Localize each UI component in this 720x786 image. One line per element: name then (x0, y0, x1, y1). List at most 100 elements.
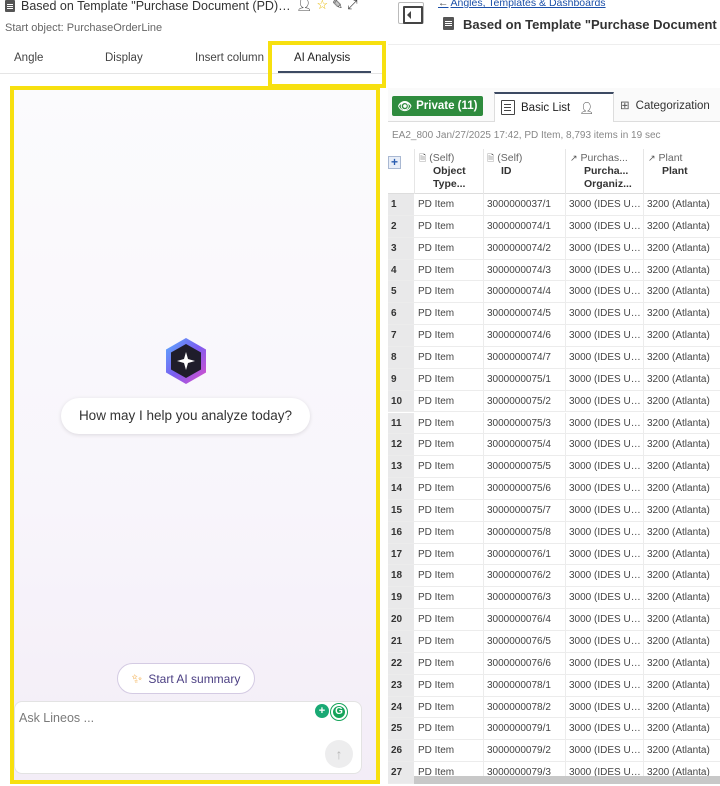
eye-icon: 👁︎ (397, 101, 413, 113)
table-row[interactable]: 10 PD Item 3000000075/2 3000 (IDES US... 320… (388, 390, 720, 413)
cell-purch-org: 3000 (IDES US... (569, 570, 642, 582)
table-row[interactable]: 19 PD Item 3000000076/3 3000 (IDES US... 320… (388, 587, 720, 610)
row-number: 5 (388, 281, 414, 303)
table-row[interactable]: 5 PD Item 3000000074/4 3000 (IDES US... 3200… (388, 281, 720, 304)
tab-angle[interactable]: Angle (14, 52, 43, 64)
row-number: 10 (388, 390, 414, 412)
table-row[interactable]: 8 PD Item 3000000074/7 3000 (IDES US... 3200… (388, 346, 720, 369)
table-row[interactable]: 4 PD Item 3000000074/3 3000 (IDES US... 3200… (388, 259, 720, 282)
column-divider (643, 390, 644, 412)
start-ai-summary-button[interactable]: ✨︎ Start AI summary (117, 663, 255, 694)
column-header-object-type[interactable]: 🗎︎ (Self) Object Type... (419, 152, 466, 191)
table-row[interactable]: 7 PD Item 3000000074/6 3000 (IDES US... 3200… (388, 325, 720, 347)
star-icon[interactable]: ☆ (317, 0, 329, 12)
cell-object-type: PD Item (418, 483, 455, 495)
table-row[interactable]: 13 PD Item 3000000075/5 3000 (IDES US... 320… (388, 456, 720, 479)
tab-categorization[interactable]: ⊞ Categorization (620, 98, 710, 112)
table-row[interactable]: 16 PD Item 3000000075/8 3000 (IDES US... 320… (388, 521, 720, 544)
table-row[interactable]: 17 PD Item 3000000076/1 3000 (IDES US... 320… (388, 543, 720, 566)
table-row[interactable]: 3 PD Item 3000000074/2 3000 (IDES US... 3200… (388, 237, 720, 260)
page-title: Based on Template "Purchase Document (PD… (463, 17, 720, 32)
summary-button-label: Start AI summary (148, 671, 241, 686)
table-row[interactable]: 25 PD Item 3000000079/1 3000 (IDES US... 320… (388, 718, 720, 741)
add-column-icon[interactable]: + (388, 156, 401, 169)
column-divider (565, 565, 566, 587)
cell-id: 3000000076/5 (487, 636, 551, 647)
column-divider (483, 215, 484, 237)
cell-object-type: PD Item (418, 504, 455, 516)
row-number: 13 (388, 456, 414, 478)
column-divider (643, 215, 644, 237)
row-number: 2 (388, 215, 414, 237)
column-header-id[interactable]: 🗎︎ (Self) ID (487, 152, 522, 178)
expand-icon[interactable]: ⤢ (347, 0, 357, 12)
tab-display[interactable]: Display (105, 52, 143, 64)
table-row[interactable]: 11 PD Item 3000000075/3 3000 (IDES US... 320… (388, 412, 720, 435)
table-row[interactable]: 12 PD Item 3000000075/4 3000 (IDES US... 320… (388, 434, 720, 457)
table-row[interactable]: 14 PD Item 3000000075/6 3000 (IDES US... 320… (388, 478, 720, 500)
angle-main-view: ← Angles, Templates & Dashboards Based on… (388, 0, 720, 786)
angle-title[interactable]: Based on Template "Purchase Document (PD… (21, 0, 293, 13)
grid-header: + 🗎︎ (Self) Object Type... 🗎︎ (Self) ID ↗ P… (388, 149, 720, 194)
horizontal-scrollbar[interactable] (414, 776, 720, 784)
column-header-plant[interactable]: ↗ Plant Plant (648, 152, 688, 178)
column-divider (565, 718, 566, 740)
column-divider (643, 325, 644, 346)
collapse-panel-icon[interactable] (398, 2, 424, 24)
row-number: 15 (388, 499, 414, 521)
table-row[interactable]: 18 PD Item 3000000076/2 3000 (IDES US... 320… (388, 565, 720, 588)
cell-purch-org: 3000 (IDES US... (569, 330, 642, 342)
column-divider (565, 521, 566, 543)
table-row[interactable]: 21 PD Item 3000000076/5 3000 (IDES US... 320… (388, 631, 720, 653)
private-label: Private (11) (416, 100, 478, 112)
row-number: 16 (388, 521, 414, 543)
private-button[interactable]: 👁︎ Private (11) (392, 96, 483, 116)
column-header-purch-org[interactable]: ↗ Purchas... Purcha... Organiz... (570, 152, 632, 191)
cell-object-type: PD Item (418, 461, 455, 473)
column-divider (643, 740, 644, 762)
column-divider (565, 674, 566, 696)
person-icon[interactable]: 👤︎ (296, 0, 313, 12)
column-divider (483, 346, 484, 368)
column-divider (565, 609, 566, 630)
link-arrow-icon: ↗ (648, 153, 656, 163)
cell-object-type: PD Item (418, 439, 455, 451)
send-button[interactable]: ↑ (325, 740, 353, 768)
table-row[interactable]: 9 PD Item 3000000075/1 3000 (IDES US... 3200… (388, 368, 720, 391)
grammarly-icon[interactable]: G (331, 704, 347, 720)
cell-purch-org: 3000 (IDES US... (569, 526, 642, 538)
table-row[interactable]: 23 PD Item 3000000078/1 3000 (IDES US... 320… (388, 674, 720, 697)
tab-basic-list[interactable]: Basic List 👤︎ (494, 92, 614, 122)
chat-input[interactable]: Ask Lineos ... (19, 711, 94, 725)
edit-icon[interactable]: ✎ (332, 0, 343, 12)
column-divider (565, 281, 566, 303)
table-row[interactable]: 24 PD Item 3000000078/2 3000 (IDES US... 320… (388, 696, 720, 719)
cell-purch-org: 3000 (IDES US... (569, 745, 642, 757)
table-row[interactable]: 15 PD Item 3000000075/7 3000 (IDES US... 320… (388, 499, 720, 522)
cell-plant: 3200 (Atlanta) (647, 461, 710, 473)
column-divider (483, 696, 484, 718)
table-row[interactable]: 1 PD Item 3000000037/1 3000 (IDES US... 3200… (388, 194, 720, 216)
header-actions: 👤︎ ☆ ✎ ⤢ (296, 0, 357, 12)
breadcrumb-link[interactable]: Angles, Templates & Dashboards (451, 0, 606, 9)
plus-extension-icon[interactable]: + (315, 704, 329, 718)
cell-object-type: PD Item (418, 308, 455, 320)
send-icon: ↑ (335, 746, 343, 762)
back-arrow-icon: ← (438, 0, 449, 9)
table-row[interactable]: 26 PD Item 3000000079/2 3000 (IDES US... 320… (388, 740, 720, 763)
column-divider (483, 740, 484, 762)
table-row[interactable]: 6 PD Item 3000000074/5 3000 (IDES US... 3200… (388, 303, 720, 326)
column-divider (565, 368, 566, 390)
breadcrumb[interactable]: ← Angles, Templates & Dashboards (438, 0, 606, 9)
tab-insert-column[interactable]: Insert column (195, 52, 264, 64)
row-number: 11 (388, 412, 414, 434)
chat-input-box[interactable]: Ask Lineos ... + G ↑ (14, 701, 362, 774)
table-row[interactable]: 2 PD Item 3000000074/1 3000 (IDES US... 3200… (388, 215, 720, 238)
cell-object-type: PD Item (418, 264, 455, 276)
table-row[interactable]: 22 PD Item 3000000076/6 3000 (IDES US... 320… (388, 652, 720, 675)
row-number: 23 (388, 674, 414, 696)
table-row[interactable]: 20 PD Item 3000000076/4 3000 (IDES US... 320… (388, 609, 720, 631)
cell-plant: 3200 (Atlanta) (647, 417, 710, 429)
cell-object-type: PD Item (418, 701, 455, 713)
cell-plant: 3200 (Atlanta) (647, 199, 710, 210)
